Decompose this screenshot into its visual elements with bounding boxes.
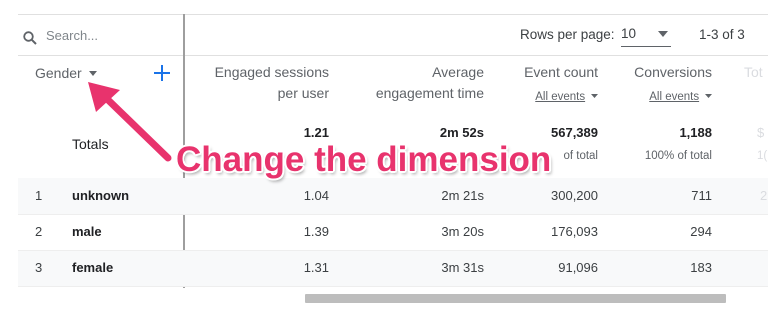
conversion-filter-selector[interactable]: All events xyxy=(634,85,712,108)
dimension-label: Gender xyxy=(35,65,82,81)
row-conversions: 711 xyxy=(691,188,712,203)
row-event-count: 176,093 xyxy=(551,224,598,239)
row-conversions: 183 xyxy=(690,260,712,275)
column-header-line: Conversions xyxy=(634,64,712,80)
row-index: 3 xyxy=(35,260,43,275)
chevron-down-icon xyxy=(658,31,668,37)
row-engaged-sessions: 1.39 xyxy=(303,224,329,239)
top-divider xyxy=(18,14,768,15)
dropdown-arrow-icon xyxy=(89,71,98,77)
totals-average-engagement-time: 2m 52s xyxy=(439,125,484,140)
toolbar-divider xyxy=(18,55,768,56)
row-conversions: 294 xyxy=(690,224,712,239)
dropdown-arrow-icon xyxy=(705,94,712,99)
rows-per-page-value: 10 xyxy=(621,26,637,41)
table-row[interactable] xyxy=(18,178,768,214)
column-header-event-count[interactable]: Event count All events xyxy=(524,62,598,108)
totals-engaged-sessions: 1.21 xyxy=(303,125,329,140)
row-extra-column: 2 xyxy=(760,188,768,203)
row-dimension-value[interactable]: female xyxy=(72,260,113,275)
conversion-filter-link[interactable]: All events xyxy=(649,91,699,103)
pagination-range: 1-3 of 3 xyxy=(699,27,745,42)
totals-conversions-percent: 100% of total xyxy=(644,150,712,162)
column-header-line: Engaged sessions xyxy=(214,64,329,80)
horizontal-scrollbar[interactable] xyxy=(305,294,726,303)
column-header-line: Event count xyxy=(524,64,598,80)
annotation-text: Change the dimension xyxy=(176,140,552,179)
row-divider xyxy=(18,286,768,287)
row-event-count: 91,096 xyxy=(558,260,598,275)
row-average-engagement-time: 3m 31s xyxy=(441,260,484,275)
column-header-line: per user xyxy=(277,85,329,101)
rows-per-page-select[interactable]: 10 xyxy=(621,24,671,47)
row-engaged-sessions: 1.04 xyxy=(303,188,329,203)
column-header-line: engagement time xyxy=(375,85,484,101)
row-event-count: 300,200 xyxy=(551,188,598,203)
table-row[interactable] xyxy=(18,250,768,286)
column-header-total-revenue[interactable]: Tot xyxy=(744,62,763,83)
totals-extra-column: $ xyxy=(757,125,765,140)
event-filter-selector[interactable]: All events xyxy=(524,85,598,108)
totals-event-count: 567,389 xyxy=(551,125,598,140)
search-icon xyxy=(23,31,37,45)
annotation-arrow-icon xyxy=(88,82,172,162)
row-dimension-value[interactable]: male xyxy=(72,224,102,239)
column-header-line: Average xyxy=(432,64,484,80)
row-divider xyxy=(18,250,768,251)
row-average-engagement-time: 2m 21s xyxy=(441,188,484,203)
row-index: 1 xyxy=(35,188,43,203)
row-average-engagement-time: 3m 20s xyxy=(441,224,484,239)
totals-extra-column-percent: 1( xyxy=(757,150,768,162)
column-header-average-engagement-time[interactable]: Average engagement time xyxy=(376,62,484,104)
column-header-conversions[interactable]: Conversions All events xyxy=(634,62,712,108)
column-header-engaged-sessions[interactable]: Engaged sessions per user xyxy=(215,62,329,104)
rows-per-page-label: Rows per page: xyxy=(520,27,615,42)
totals-event-count-percent: of total xyxy=(563,150,598,162)
event-filter-link[interactable]: All events xyxy=(535,91,585,103)
search-box[interactable]: Search... xyxy=(22,27,172,49)
dropdown-arrow-icon xyxy=(591,94,598,99)
row-engaged-sessions: 1.31 xyxy=(303,260,329,275)
row-divider xyxy=(18,214,768,215)
row-index: 2 xyxy=(35,224,43,239)
row-dimension-value[interactable]: unknown xyxy=(72,188,129,203)
search-input[interactable]: Search... xyxy=(46,28,98,43)
totals-conversions: 1,188 xyxy=(679,125,712,140)
